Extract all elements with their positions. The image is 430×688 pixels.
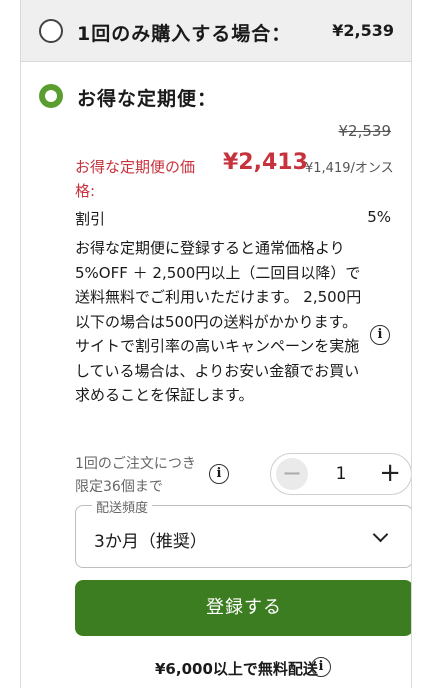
quantity-stepper: − 1 + bbox=[270, 453, 411, 495]
one-time-label: 1回のみ購入する場合： bbox=[77, 23, 292, 45]
discount-value: 5% bbox=[367, 208, 391, 226]
info-icon[interactable]: i bbox=[209, 464, 229, 484]
one-time-purchase-option[interactable]: 1回のみ購入する場合： ¥2,539 bbox=[21, 0, 411, 62]
one-time-radio[interactable] bbox=[39, 19, 63, 43]
subscription-label: お得な定期便： bbox=[77, 88, 218, 110]
delivery-frequency-legend: 配送頻度 bbox=[92, 497, 153, 516]
subscription-description: お得な定期便に登録すると通常価格より5%OFF ＋ 2,500円以上（二回目以降… bbox=[75, 239, 362, 404]
delivery-frequency-select[interactable]: 配送頻度 3か月（推奨） bbox=[75, 497, 411, 568]
one-time-price: ¥2,539 bbox=[332, 21, 394, 40]
info-icon[interactable]: i bbox=[370, 325, 390, 345]
chevron-down-icon bbox=[372, 526, 389, 543]
original-price: ¥2,539 bbox=[338, 122, 392, 140]
info-icon[interactable]: i bbox=[311, 657, 331, 677]
unit-price: ¥1,419/オンス bbox=[305, 161, 394, 176]
delivery-frequency-value: 3か月（推奨） bbox=[94, 532, 207, 552]
order-limit-text: 1回のご注文につき限定36個まで bbox=[75, 456, 196, 495]
quantity-increment-button[interactable]: + bbox=[379, 457, 401, 489]
free-shipping-text: ¥6,000以上で無料配送 bbox=[155, 660, 318, 678]
subscription-radio[interactable] bbox=[39, 84, 63, 108]
subscription-price-label: お得な定期便の価格: bbox=[75, 158, 196, 200]
purchase-options-card: 1回のみ購入する場合： ¥2,539 お得な定期便： ¥2,539 お得な定期便… bbox=[20, 0, 412, 688]
discount-label: 割引 bbox=[75, 210, 106, 228]
register-button[interactable]: 登録する bbox=[75, 580, 411, 636]
subscription-price: ¥2,413 bbox=[223, 150, 308, 175]
